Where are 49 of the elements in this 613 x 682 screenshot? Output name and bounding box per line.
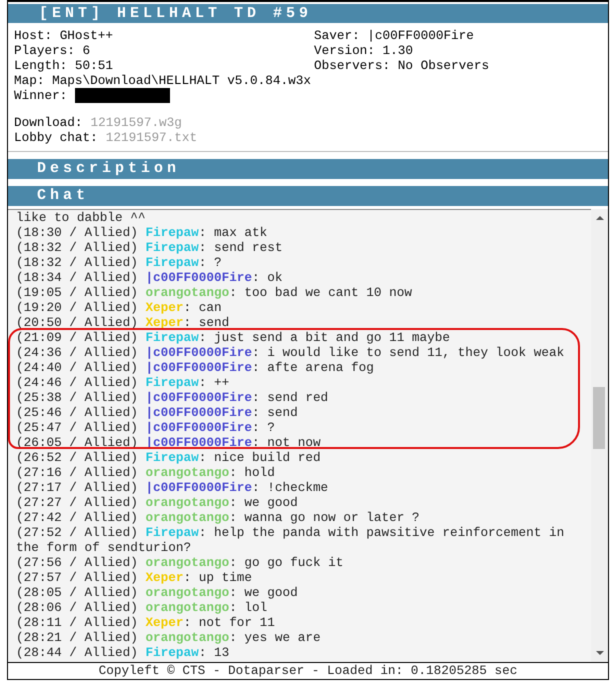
chat-line: (20:50 / Allied) Xeper: send [16, 315, 230, 330]
info-line: Observers: No Observers [314, 58, 490, 73]
chat-line: (19:05 / Allied) orangotango: too bad we cant 10 now [16, 285, 413, 300]
map-line: Map: Maps\Download\HELLHALT v5.0.84.w3x [14, 73, 312, 88]
chat-line: (27:17 / Allied) |c00FF0000Fire: !checkme [16, 480, 330, 495]
chat-line: (27:57 / Allied) Xeper: up time [16, 570, 254, 585]
chat-line: (27:42 / Allied) orangotango: wanna go now or later ? [16, 510, 421, 525]
chat-line: (27:52 / Allied) Firepaw: help the panda with pawsitive reinforcement in the form of sendturion? [16, 525, 566, 555]
chat-line: (28:44 / Allied) Firepaw: 13 [16, 645, 230, 660]
footer-text: Copyleft © CTS - Dotaparser - Loaded in: 0.18205285 sec [8, 662, 608, 679]
chat-line: (26:52 / Allied) Firepaw: nice build red [16, 450, 322, 465]
chat-line: (27:56 / Allied) orangotango: go go fuck it [16, 555, 344, 570]
file-label: Download: [14, 115, 83, 130]
info-line: Saver: |c00FF0000Fire [314, 28, 475, 43]
chat-line: (28:05 / Allied) orangotango: we good [16, 585, 299, 600]
chat-line: (24:36 / Allied) |c00FF0000Fire: i would like to send 11, they look weak [16, 345, 566, 360]
chat-line: (28:21 / Allied) orangotango: yes we are [16, 630, 322, 645]
scroll-up-icon[interactable] [596, 215, 604, 221]
chat-line: (25:47 / Allied) |c00FF0000Fire: ? [16, 420, 276, 435]
chat-line: (24:46 / Allied) Firepaw: ++ [16, 375, 230, 390]
chat-line: (25:38 / Allied) |c00FF0000Fire: send red [16, 390, 330, 405]
winner-label: Winner: [14, 88, 68, 103]
section-header[interactable]: Description [8, 157, 608, 179]
scrollbar-thumb[interactable] [593, 387, 605, 449]
chat-line: (27:16 / Allied) orangotango: hold [16, 465, 276, 480]
chat-line: (24:40 / Allied) |c00FF0000Fire: afte arena fog [16, 360, 375, 375]
chat-line: (18:32 / Allied) Firepaw: send rest [16, 240, 284, 255]
file-link[interactable]: 12191597.txt [106, 130, 198, 145]
info-line: Version: 1.30 [314, 43, 414, 58]
chat-line: (27:27 / Allied) orangotango: we good [16, 495, 299, 510]
chat-line: (18:32 / Allied) Firepaw: ? [16, 255, 223, 270]
file-label: Lobby chat: [14, 130, 98, 145]
scrollbar[interactable] [591, 209, 608, 662]
info-line: Players: 6 [14, 43, 92, 58]
chat-line: (26:05 / Allied) |c00FF0000Fire: not now [16, 435, 322, 450]
page-title: [ENT] HELLHALT TD #59 [8, 2, 608, 23]
chat-line: like to dabble ^^ [16, 210, 146, 225]
chat-line: (25:46 / Allied) |c00FF0000Fire: send [16, 405, 299, 420]
chat-line: (18:30 / Allied) Firepaw: max atk [16, 225, 268, 240]
chat-line: (28:11 / Allied) Xeper: not for 11 [16, 615, 276, 630]
file-link[interactable]: 12191597.w3g [90, 115, 182, 130]
scroll-down-icon[interactable] [596, 650, 604, 656]
section-header[interactable]: Chat [8, 184, 608, 206]
chat-line: (21:09 / Allied) Firepaw: just send a bit and go 11 maybe [16, 330, 451, 345]
chat-line: (18:34 / Allied) |c00FF0000Fire: ok [16, 270, 284, 285]
chat-line: (19:20 / Allied) Xeper: can [16, 300, 223, 315]
info-line: Host: GHost++ [14, 28, 114, 43]
chat-line: (28:06 / Allied) orangotango: lol [16, 600, 268, 615]
info-line: Length: 50:51 [14, 58, 114, 73]
